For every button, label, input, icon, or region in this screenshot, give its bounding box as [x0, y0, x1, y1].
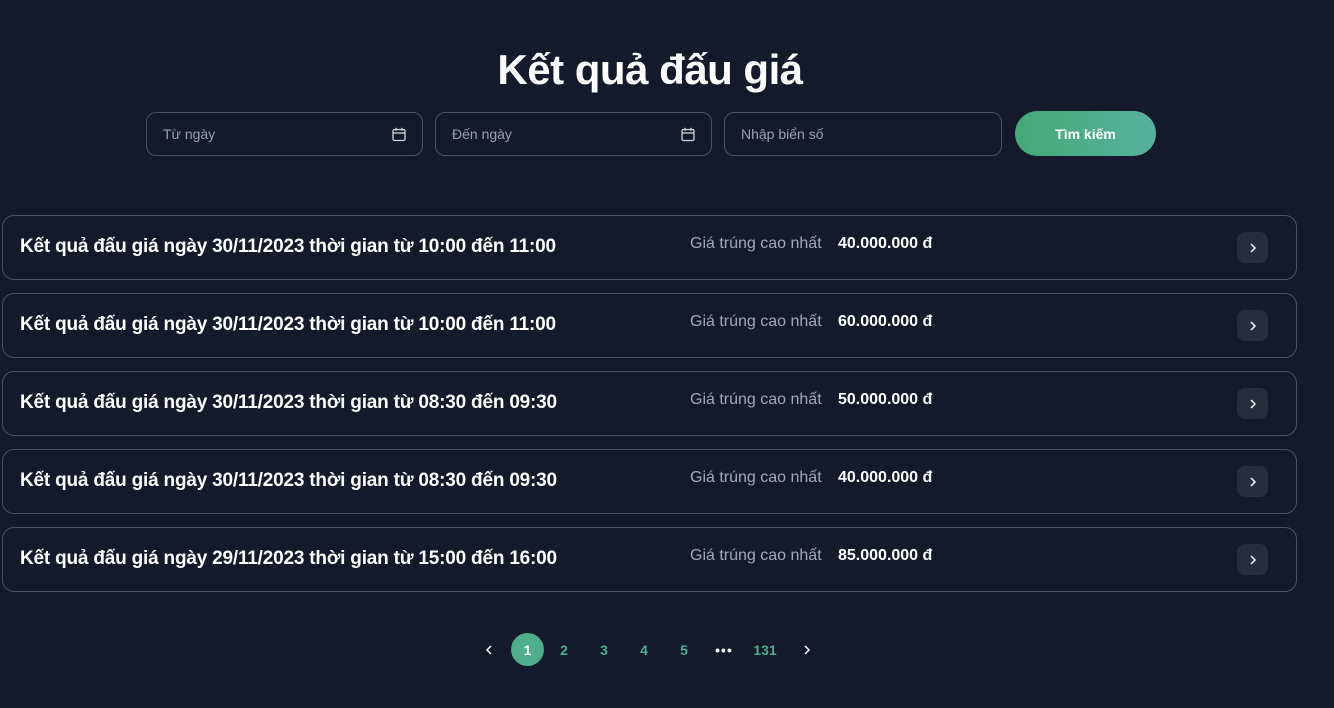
- calendar-icon[interactable]: [681, 127, 695, 142]
- pagination-page[interactable]: 3: [584, 633, 624, 666]
- search-filters: Tìm kiếm: [146, 111, 1156, 156]
- price-label: Giá trúng cao nhất: [690, 469, 822, 486]
- pagination-prev-icon[interactable]: [472, 633, 505, 666]
- result-row[interactable]: Kết quả đấu giá ngày 30/11/2023 thời gia…: [2, 293, 1297, 358]
- pagination-page[interactable]: 4: [624, 633, 664, 666]
- pagination-page-current[interactable]: 1: [511, 633, 544, 666]
- calendar-icon[interactable]: [392, 127, 406, 142]
- to-date-input[interactable]: [452, 125, 695, 142]
- result-row[interactable]: Kết quả đấu giá ngày 30/11/2023 thời gia…: [2, 449, 1297, 514]
- result-title: Kết quả đấu giá ngày 30/11/2023 thời gia…: [20, 314, 556, 335]
- chevron-right-icon[interactable]: [1237, 310, 1268, 341]
- result-title: Kết quả đấu giá ngày 30/11/2023 thời gia…: [20, 392, 557, 413]
- chevron-right-icon[interactable]: [1237, 466, 1268, 497]
- chevron-right-icon[interactable]: [1237, 388, 1268, 419]
- plate-number-input[interactable]: [741, 125, 985, 142]
- results-list: Kết quả đấu giá ngày 30/11/2023 thời gia…: [2, 215, 1297, 592]
- price-label: Giá trúng cao nhất: [690, 547, 822, 564]
- search-button[interactable]: Tìm kiếm: [1015, 111, 1156, 156]
- price-value: 40.000.000 đ: [838, 235, 933, 252]
- from-date-input[interactable]: [163, 125, 406, 142]
- price-value: 50.000.000 đ: [838, 391, 933, 408]
- price-value: 60.000.000 đ: [838, 313, 933, 330]
- pagination-page[interactable]: 5: [664, 633, 704, 666]
- price-label: Giá trúng cao nhất: [690, 235, 822, 252]
- result-title: Kết quả đấu giá ngày 29/11/2023 thời gia…: [20, 548, 557, 569]
- page-title: Kết quả đấu giá: [497, 46, 803, 93]
- chevron-right-icon[interactable]: [1237, 544, 1268, 575]
- price-value: 85.000.000 đ: [838, 547, 933, 564]
- pagination-ellipsis[interactable]: •••: [704, 633, 744, 666]
- pagination-page[interactable]: 2: [544, 633, 584, 666]
- result-row[interactable]: Kết quả đấu giá ngày 29/11/2023 thời gia…: [2, 527, 1297, 592]
- price-label: Giá trúng cao nhất: [690, 313, 822, 330]
- pagination: 1 2 3 4 5 ••• 131: [472, 633, 828, 666]
- result-row[interactable]: Kết quả đấu giá ngày 30/11/2023 thời gia…: [2, 371, 1297, 436]
- chevron-right-icon[interactable]: [1237, 232, 1268, 263]
- to-date-field[interactable]: [435, 111, 712, 156]
- result-row[interactable]: Kết quả đấu giá ngày 30/11/2023 thời gia…: [2, 215, 1297, 280]
- plate-number-field[interactable]: [724, 111, 1002, 156]
- price-value: 40.000.000 đ: [838, 469, 933, 486]
- from-date-field[interactable]: [146, 111, 423, 156]
- price-label: Giá trúng cao nhất: [690, 391, 822, 408]
- result-title: Kết quả đấu giá ngày 30/11/2023 thời gia…: [20, 236, 556, 257]
- result-title: Kết quả đấu giá ngày 30/11/2023 thời gia…: [20, 470, 557, 491]
- pagination-page-last[interactable]: 131: [744, 633, 786, 666]
- pagination-next-icon[interactable]: [786, 633, 828, 666]
